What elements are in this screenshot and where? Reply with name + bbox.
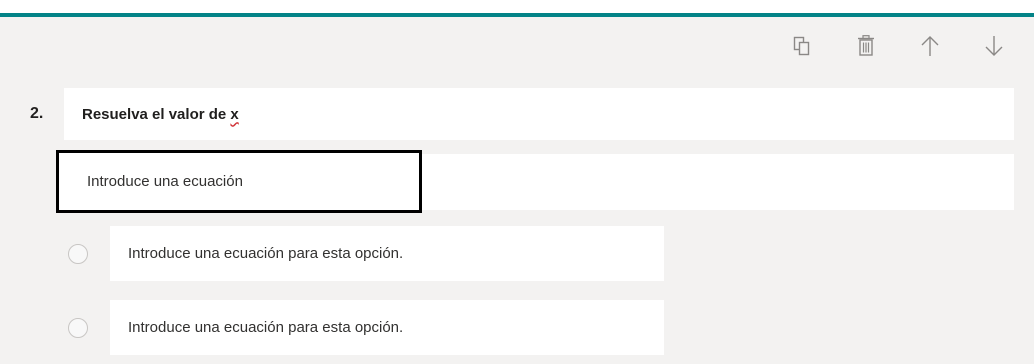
arrow-down-icon (985, 36, 1003, 56)
option-row: Introduce una ecuación para esta opción. (68, 300, 664, 355)
copy-question-button[interactable] (780, 31, 824, 61)
accent-bar (0, 13, 1034, 17)
delete-icon (858, 35, 874, 56)
copy-icon (793, 36, 810, 56)
move-down-button[interactable] (972, 31, 1016, 61)
option-row: Introduce una ecuación para esta opción. (68, 226, 664, 281)
question-title-input[interactable]: Resuelva el valor de x (64, 88, 1014, 140)
question-title-variable: x (230, 105, 239, 123)
option-radio[interactable] (68, 318, 88, 338)
option-input[interactable]: Introduce una ecuación para esta opción. (110, 226, 664, 281)
question-title-text: Resuelva el valor de (82, 105, 231, 123)
delete-question-button[interactable] (844, 31, 888, 61)
equation-input[interactable]: Introduce una ecuación (56, 150, 422, 213)
arrow-up-icon (921, 36, 939, 56)
move-up-button[interactable] (908, 31, 952, 61)
option-radio[interactable] (68, 244, 88, 264)
question-toolbar (760, 31, 1016, 61)
option-input[interactable]: Introduce una ecuación para esta opción. (110, 300, 664, 355)
question-card: 2. Resuelva el valor de x Introduce una … (0, 13, 1034, 364)
question-number: 2. (30, 105, 44, 122)
